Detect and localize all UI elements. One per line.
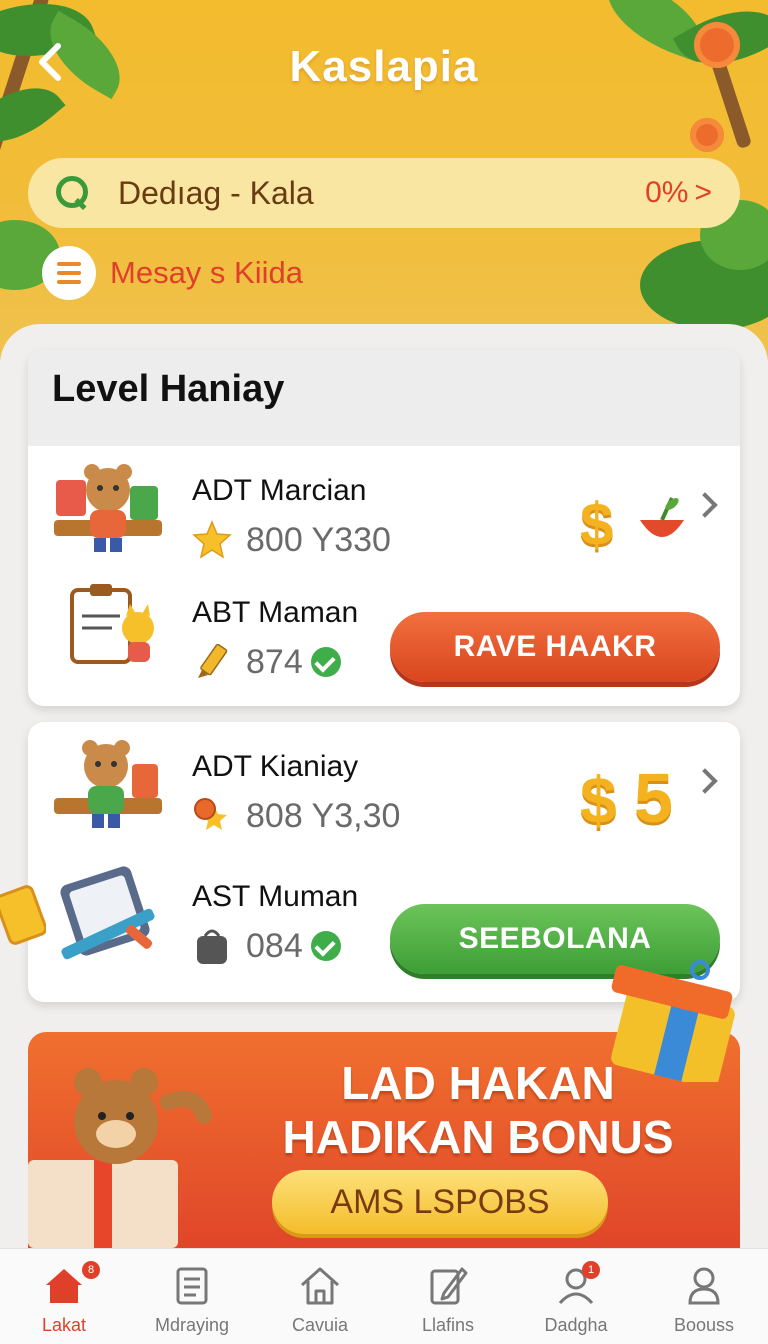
star-icon — [192, 520, 232, 559]
tab-label: Llafins — [421, 1315, 475, 1335]
item-meta: 084 — [192, 926, 341, 966]
menu-icon[interactable] — [42, 246, 96, 300]
item-meta: 874 — [192, 642, 341, 682]
bear-illustration — [54, 740, 162, 828]
item-value: 874 — [246, 642, 303, 681]
list-item[interactable]: ABT Maman 874 RAVE HAAKR — [28, 582, 740, 702]
clipboard-illustration — [70, 584, 154, 664]
dollar-icon: $ — [580, 763, 617, 837]
tab-label: Dadgha — [544, 1315, 608, 1335]
tab-label: Mdraying — [154, 1315, 230, 1335]
reward-value: 5 — [634, 759, 673, 837]
bag-icon — [197, 929, 227, 964]
house-outline-icon — [301, 1267, 339, 1305]
tab-boouss[interactable]: Boouss — [640, 1249, 768, 1344]
calculator-illustration — [60, 866, 155, 960]
item-name: ABT Maman — [192, 596, 359, 629]
chevron-right-icon[interactable] — [692, 768, 718, 794]
item-meta: 800 Y330 — [192, 520, 391, 560]
search-text: Dedıag - Kala — [118, 174, 314, 211]
bonus-title-line2: HADIKAN BONUS — [282, 1111, 674, 1163]
tab-dadgha[interactable]: 1 Dadgha — [512, 1249, 640, 1344]
tab-mdraying[interactable]: Mdraying — [128, 1249, 256, 1344]
search-icon — [56, 176, 90, 210]
list-item[interactable]: ADT Marcian 800 Y330 $ — [28, 460, 740, 580]
item-value: 808 Y3,30 — [246, 796, 401, 835]
bowl-icon — [640, 497, 684, 537]
check-icon — [310, 647, 341, 677]
dollar-icon: $ — [580, 491, 614, 558]
level-card: Level Haniay ADT Marcian 800 Y330 $ ABT … — [28, 350, 740, 706]
tab-lakat[interactable]: 8 Lakat — [0, 1249, 128, 1344]
profile-icon — [688, 1267, 720, 1305]
search-chevron[interactable]: > — [694, 176, 712, 210]
bear-illustration — [54, 464, 162, 552]
rave-button[interactable]: RAVE HAAKR — [390, 612, 720, 682]
page-title: Kaslapia — [289, 42, 479, 91]
level-card-title: Level Haniay — [52, 368, 285, 410]
home-icon — [46, 1269, 82, 1303]
tab-label: Boouss — [673, 1315, 735, 1335]
item-value: 084 — [246, 926, 303, 965]
list-item[interactable]: ADT Kianiay 808 Y3,30 $ 5 — [28, 736, 740, 856]
document-icon — [176, 1267, 208, 1305]
tab-llafins[interactable]: Llafins — [384, 1249, 512, 1344]
check-icon — [310, 931, 341, 961]
item-name: ADT Marcian — [192, 474, 367, 507]
search-percent[interactable]: 0% — [645, 176, 688, 210]
tab-badge: 1 — [582, 1261, 600, 1279]
menu-row[interactable]: Mesay s Kiida — [42, 246, 303, 300]
item-value: 800 Y330 — [246, 520, 391, 559]
gift-box-icon — [611, 960, 735, 1082]
bear-gift-illustration — [28, 1068, 212, 1248]
edit-icon — [430, 1267, 468, 1305]
search-bar[interactable]: Dedıag - Kala 0% > — [28, 158, 740, 228]
item-name: ADT Kianiay — [192, 750, 359, 783]
tab-cavuia[interactable]: Cavuia — [256, 1249, 384, 1344]
tab-label: Cavuia — [291, 1315, 349, 1335]
medal-icon — [194, 798, 227, 830]
item-name: AST Muman — [192, 880, 359, 913]
bottom-nav: 8 Lakat Mdraying Cavuia Llafins 1 Dadgha… — [0, 1248, 768, 1344]
chevron-right-icon[interactable] — [692, 492, 718, 518]
tab-label: Lakat — [41, 1315, 87, 1335]
menu-label: Mesay s Kiida — [110, 255, 303, 290]
coin-icon — [0, 885, 46, 945]
item-meta: 808 Y3,30 — [192, 796, 400, 836]
bonus-button[interactable]: AMS LSPOBS — [272, 1170, 608, 1234]
tab-badge: 8 — [82, 1261, 100, 1279]
pencil-icon — [198, 643, 228, 678]
flower-icon — [690, 118, 724, 152]
